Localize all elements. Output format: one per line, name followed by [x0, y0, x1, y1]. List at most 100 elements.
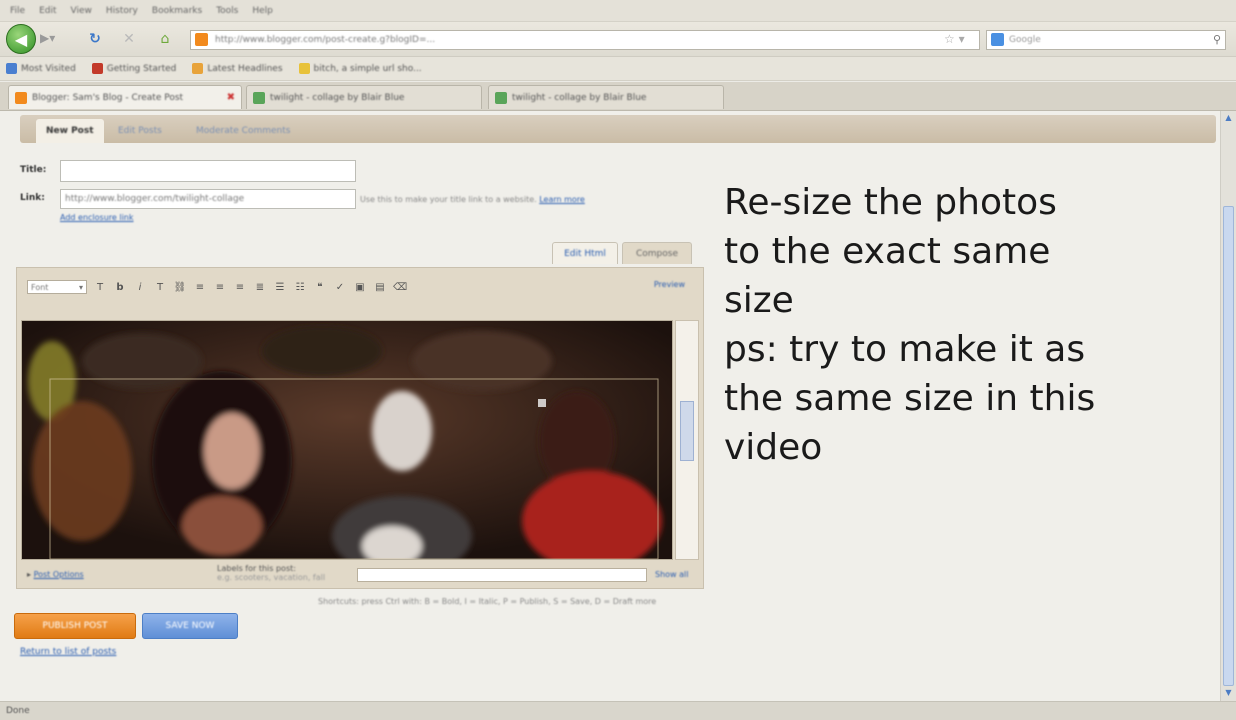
editor-scrollbar[interactable]: [675, 320, 699, 560]
shortcuts-hint: Shortcuts: press Ctrl with: B = Bold, I …: [318, 597, 657, 606]
collage-photo[interactable]: [22, 321, 673, 560]
bookmark-icon: [6, 63, 17, 74]
italic-icon[interactable]: i: [133, 280, 147, 294]
browser-tab[interactable]: twilight - collage by Blair Blue: [488, 85, 724, 109]
home-icon[interactable]: ⌂: [156, 30, 174, 48]
bulleted-list-icon[interactable]: ☷: [293, 280, 307, 294]
caption-line: the same size in this: [724, 378, 1096, 419]
labels-input[interactable]: [357, 568, 647, 582]
site-favicon-icon: [195, 33, 208, 46]
tab-compose[interactable]: Compose: [622, 242, 692, 264]
link-input[interactable]: http://www.blogger.com/twilight-collage: [60, 189, 356, 209]
editor-image-area[interactable]: [21, 320, 673, 560]
blogger-posting-tabs: New Post Edit Posts Moderate Comments: [20, 115, 1216, 143]
justify-icon[interactable]: ≣: [253, 280, 267, 294]
link-icon[interactable]: ⛓: [173, 280, 187, 294]
site-favicon-icon: [253, 91, 265, 104]
link-label: Link:: [20, 193, 45, 203]
chevron-down-icon: ▾: [78, 282, 83, 292]
forward-arrow-icon: ▶▾: [40, 31, 56, 45]
page-scrollbar[interactable]: ▲ ▼: [1220, 111, 1236, 701]
align-right-icon[interactable]: ≡: [233, 280, 247, 294]
show-all-link[interactable]: Show all: [655, 570, 688, 579]
labels-caption: Labels for this post:: [217, 564, 296, 573]
search-engine-icon[interactable]: [991, 33, 1004, 46]
navigation-toolbar: ◀ ▶▾ ↻ ✕ ⌂ http://www.blogger.com/post-c…: [0, 22, 1236, 57]
browser-tab-strip: Blogger: Sam's Blog - Create Post ✖ twil…: [0, 82, 1236, 111]
bookmark-icon: [298, 63, 310, 74]
post-editor: Font ▾ T b i T ⛓ ≡ ≡ ≡ ≣ ☰ ☷ ❝ ✓ ▣ ▤ ⌫ Pr…: [16, 267, 704, 589]
learn-more-link[interactable]: Learn more: [539, 195, 585, 204]
caption-line: Re-size the photos: [724, 182, 1057, 223]
menu-edit[interactable]: Edit: [39, 6, 56, 16]
title-input[interactable]: [60, 160, 356, 182]
spellcheck-icon[interactable]: ✓: [333, 280, 347, 294]
url-text: http://www.blogger.com/post-create.g?blo…: [215, 35, 436, 45]
search-icon[interactable]: ⚲: [1213, 33, 1221, 46]
bookmark-item[interactable]: Getting Started: [91, 63, 176, 74]
stop-icon[interactable]: ✕: [120, 30, 138, 48]
search-input[interactable]: Google ⚲: [986, 30, 1226, 50]
video-icon[interactable]: ▤: [373, 280, 387, 294]
menu-bar: File Edit View History Bookmarks Tools H…: [0, 0, 1236, 22]
text-color-icon[interactable]: T: [153, 280, 167, 294]
align-center-icon[interactable]: ≡: [213, 280, 227, 294]
bookmark-icon: [91, 63, 103, 74]
editor-scroll-thumb[interactable]: [680, 401, 694, 461]
preview-link[interactable]: Preview: [654, 280, 685, 289]
return-to-posts-link[interactable]: Return to list of posts: [20, 647, 116, 657]
close-tab-icon[interactable]: ✖: [227, 92, 235, 103]
caption-line: size: [724, 280, 794, 321]
reload-icon[interactable]: ↻: [86, 30, 104, 48]
scroll-up-icon[interactable]: ▲: [1223, 113, 1234, 124]
scroll-down-icon[interactable]: ▼: [1223, 688, 1234, 699]
menu-bookmarks[interactable]: Bookmarks: [152, 6, 202, 16]
font-size-icon[interactable]: T: [93, 280, 107, 294]
bold-icon[interactable]: b: [113, 280, 127, 294]
search-placeholder: Google: [1009, 35, 1041, 45]
tutorial-caption: Re-size the photos to the exact same siz…: [724, 178, 1204, 472]
browser-tab[interactable]: twilight - collage by Blair Blue: [246, 85, 482, 109]
browser-tab[interactable]: Blogger: Sam's Blog - Create Post ✖: [8, 85, 242, 109]
menu-help[interactable]: Help: [252, 6, 273, 16]
forward-button[interactable]: ▶▾: [40, 31, 62, 49]
tab-moderate-comments[interactable]: Moderate Comments: [186, 119, 300, 143]
menu-tools[interactable]: Tools: [216, 6, 238, 16]
page-scroll-thumb[interactable]: [1223, 206, 1234, 686]
bookmark-item[interactable]: Latest Headlines: [192, 63, 283, 74]
bookmarks-toolbar: Most Visited Getting Started Latest Head…: [0, 57, 1236, 81]
menu-file[interactable]: File: [10, 6, 25, 16]
back-arrow-icon: ◀: [14, 29, 28, 49]
labels-example: e.g. scooters, vacation, fall: [217, 573, 326, 582]
quote-icon[interactable]: ❝: [313, 280, 327, 294]
bookmark-item[interactable]: Most Visited: [6, 63, 76, 74]
enclosure-link[interactable]: Add enclosure link: [60, 213, 134, 222]
site-favicon-icon: [495, 91, 507, 104]
blogger-favicon-icon: [15, 91, 27, 104]
font-select[interactable]: Font ▾: [27, 280, 87, 294]
bookmark-item[interactable]: bitch, a simple url sho...: [298, 63, 422, 74]
align-left-icon[interactable]: ≡: [193, 280, 207, 294]
numbered-list-icon[interactable]: ☰: [273, 280, 287, 294]
caption-line: ps: try to make it as: [724, 329, 1086, 370]
tab-edit-posts[interactable]: Edit Posts: [108, 119, 172, 143]
status-bar: Done: [0, 701, 1236, 720]
address-bar[interactable]: http://www.blogger.com/post-create.g?blo…: [190, 30, 980, 50]
caption-line: to the exact same: [724, 231, 1051, 272]
publish-post-button[interactable]: PUBLISH POST: [14, 613, 136, 639]
link-help-text: Use this to make your title link to a we…: [360, 195, 585, 204]
status-text: Done: [6, 706, 30, 716]
editor-toolbar: Font ▾ T b i T ⛓ ≡ ≡ ≡ ≣ ☰ ☷ ❝ ✓ ▣ ▤ ⌫ Pr…: [21, 272, 699, 302]
back-button[interactable]: ◀: [6, 24, 36, 54]
menu-history[interactable]: History: [106, 6, 138, 16]
save-now-button[interactable]: SAVE NOW: [142, 613, 238, 639]
tab-edit-html[interactable]: Edit Html: [552, 242, 618, 264]
post-options-link[interactable]: ▸ Post Options: [27, 570, 84, 579]
bookmark-star-icon[interactable]: ☆ ▾: [944, 32, 965, 46]
rss-icon: [192, 63, 204, 74]
tab-new-post[interactable]: New Post: [36, 119, 104, 143]
title-label: Title:: [20, 165, 47, 175]
menu-view[interactable]: View: [71, 6, 92, 16]
remove-formatting-icon[interactable]: ⌫: [393, 280, 407, 294]
image-icon[interactable]: ▣: [353, 280, 367, 294]
